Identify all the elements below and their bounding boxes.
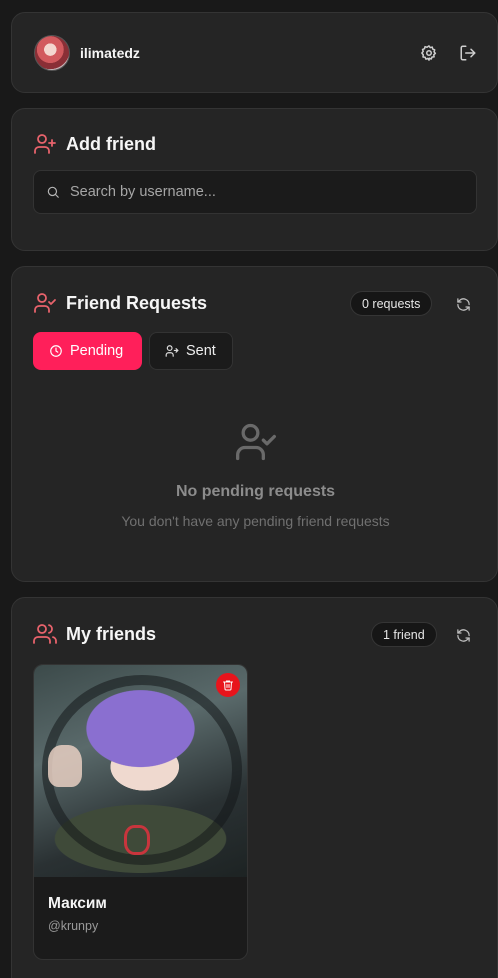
refresh-requests-button[interactable]: [452, 293, 474, 315]
refresh-icon: [456, 628, 470, 642]
tab-sent-label: Sent: [186, 343, 216, 359]
add-friend-card: Add friend: [11, 108, 498, 251]
requests-count-badge: 0 requests: [350, 291, 433, 316]
avatar[interactable]: [34, 35, 70, 71]
clock-icon: [50, 345, 62, 357]
empty-state-title: No pending requests: [175, 483, 336, 500]
user-plus-icon: [33, 132, 57, 156]
tab-pending[interactable]: Pending: [33, 332, 142, 370]
my-friends-title: My friends: [66, 624, 157, 644]
friend-avatar-image: [34, 665, 247, 877]
settings-button[interactable]: [418, 42, 440, 64]
logout-button[interactable]: [457, 42, 479, 64]
user-arrow-icon: [165, 345, 179, 357]
search-icon: [47, 186, 59, 198]
refresh-friends-button[interactable]: [452, 624, 474, 646]
tab-sent[interactable]: Sent: [149, 332, 233, 370]
empty-state-subtitle: You don't have any pending friend reques…: [121, 513, 390, 529]
friend-name: Максим: [48, 895, 107, 912]
friends-count-badge: 1 friend: [371, 622, 437, 647]
profile-card: ilimatedz: [11, 12, 498, 93]
tab-pending-label: Pending: [70, 343, 124, 359]
username: ilimatedz: [80, 45, 140, 61]
refresh-icon: [456, 297, 470, 311]
trash-icon: [223, 680, 233, 691]
logout-icon: [460, 45, 476, 61]
user-check-icon: [33, 291, 57, 315]
friend-card[interactable]: Максим @krunpy: [33, 664, 248, 960]
friend-handle: @krunpy: [48, 919, 99, 933]
friend-requests-card: Friend Requests 0 requests Pending Sent …: [11, 266, 498, 582]
users-icon: [33, 622, 57, 646]
friend-requests-title: Friend Requests: [66, 293, 208, 313]
search-field[interactable]: [33, 170, 477, 214]
empty-user-check-icon: [234, 420, 278, 464]
add-friend-title: Add friend: [66, 134, 156, 154]
my-friends-card: My friends 1 friend Максим @krunpy: [11, 597, 498, 978]
search-input[interactable]: [70, 171, 470, 213]
remove-friend-button[interactable]: [216, 673, 240, 697]
gear-icon: [421, 45, 437, 61]
